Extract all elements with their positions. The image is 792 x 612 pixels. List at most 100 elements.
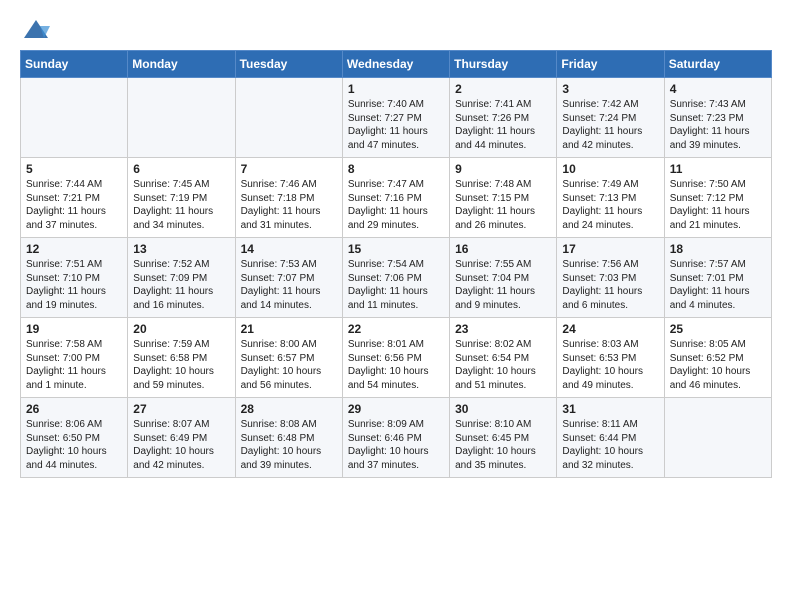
day-info: Sunrise: 7:44 AM Sunset: 7:21 PM Dayligh… [26, 178, 122, 232]
calendar-week-row: 26 Sunrise: 8:06 AM Sunset: 6:50 PM Dayli… [21, 398, 772, 478]
day-info: Sunrise: 7:56 AM Sunset: 7:03 PM Dayligh… [562, 258, 658, 312]
day-number: 14 [241, 242, 337, 256]
calendar-header-row: SundayMondayTuesdayWednesdayThursdayFrid… [21, 51, 772, 78]
calendar-cell: 24 Sunrise: 8:03 AM Sunset: 6:53 PM Dayli… [557, 318, 664, 398]
day-info: Sunrise: 7:57 AM Sunset: 7:01 PM Dayligh… [670, 258, 766, 312]
day-info: Sunrise: 7:46 AM Sunset: 7:18 PM Dayligh… [241, 178, 337, 232]
header-monday: Monday [128, 51, 235, 78]
calendar-cell: 23Sunrise: 8:02 AM Sunset: 6:54 PM Dayli… [450, 318, 557, 398]
day-info: Sunrise: 7:41 AM Sunset: 7:26 PM Dayligh… [455, 98, 551, 152]
day-number: 20 [133, 322, 229, 336]
day-number: 28 [241, 402, 337, 416]
calendar-cell: 7 Sunrise: 7:46 AM Sunset: 7:18 PM Daylig… [235, 158, 342, 238]
header-friday: Friday [557, 51, 664, 78]
calendar-cell: 21 Sunrise: 8:00 AM Sunset: 6:57 PM Dayli… [235, 318, 342, 398]
calendar-cell: 22 Sunrise: 8:01 AM Sunset: 6:56 PM Dayli… [342, 318, 449, 398]
day-info: Sunrise: 8:06 AM Sunset: 6:50 PM Dayligh… [26, 418, 122, 472]
day-number: 13 [133, 242, 229, 256]
day-info: Sunrise: 8:07 AM Sunset: 6:49 PM Dayligh… [133, 418, 229, 472]
calendar-cell: 20 Sunrise: 7:59 AM Sunset: 6:58 PM Dayli… [128, 318, 235, 398]
calendar-cell: 6Sunrise: 7:45 AM Sunset: 7:19 PM Daylig… [128, 158, 235, 238]
calendar-cell [664, 398, 771, 478]
calendar-cell: 5Sunrise: 7:44 AM Sunset: 7:21 PM Daylig… [21, 158, 128, 238]
calendar-cell: 17 Sunrise: 7:56 AM Sunset: 7:03 PM Dayli… [557, 238, 664, 318]
day-number: 19 [26, 322, 122, 336]
calendar-cell: 9 Sunrise: 7:48 AM Sunset: 7:15 PM Daylig… [450, 158, 557, 238]
day-info: Sunrise: 8:11 AM Sunset: 6:44 PM Dayligh… [562, 418, 658, 472]
calendar-cell [128, 78, 235, 158]
calendar-week-row: 1Sunrise: 7:40 AM Sunset: 7:27 PM Daylig… [21, 78, 772, 158]
day-number: 18 [670, 242, 766, 256]
day-info: Sunrise: 8:08 AM Sunset: 6:48 PM Dayligh… [241, 418, 337, 472]
day-info: Sunrise: 8:03 AM Sunset: 6:53 PM Dayligh… [562, 338, 658, 392]
day-info: Sunrise: 8:00 AM Sunset: 6:57 PM Dayligh… [241, 338, 337, 392]
day-info: Sunrise: 8:02 AM Sunset: 6:54 PM Dayligh… [455, 338, 551, 392]
day-info: Sunrise: 8:01 AM Sunset: 6:56 PM Dayligh… [348, 338, 444, 392]
header-wednesday: Wednesday [342, 51, 449, 78]
calendar-cell: 10Sunrise: 7:49 AM Sunset: 7:13 PM Dayli… [557, 158, 664, 238]
calendar-cell: 2 Sunrise: 7:41 AM Sunset: 7:26 PM Daylig… [450, 78, 557, 158]
day-number: 16 [455, 242, 551, 256]
day-info: Sunrise: 7:52 AM Sunset: 7:09 PM Dayligh… [133, 258, 229, 312]
header-thursday: Thursday [450, 51, 557, 78]
day-number: 30 [455, 402, 551, 416]
day-info: Sunrise: 7:54 AM Sunset: 7:06 PM Dayligh… [348, 258, 444, 312]
day-info: Sunrise: 7:50 AM Sunset: 7:12 PM Dayligh… [670, 178, 766, 232]
day-info: Sunrise: 7:59 AM Sunset: 6:58 PM Dayligh… [133, 338, 229, 392]
day-info: Sunrise: 7:42 AM Sunset: 7:24 PM Dayligh… [562, 98, 658, 152]
day-info: Sunrise: 7:40 AM Sunset: 7:27 PM Dayligh… [348, 98, 444, 152]
calendar-week-row: 5Sunrise: 7:44 AM Sunset: 7:21 PM Daylig… [21, 158, 772, 238]
day-info: Sunrise: 7:48 AM Sunset: 7:15 PM Dayligh… [455, 178, 551, 232]
page: SundayMondayTuesdayWednesdayThursdayFrid… [0, 0, 792, 612]
calendar-cell: 3 Sunrise: 7:42 AM Sunset: 7:24 PM Daylig… [557, 78, 664, 158]
day-number: 24 [562, 322, 658, 336]
calendar-cell: 4 Sunrise: 7:43 AM Sunset: 7:23 PM Daylig… [664, 78, 771, 158]
calendar-week-row: 12 Sunrise: 7:51 AM Sunset: 7:10 PM Dayli… [21, 238, 772, 318]
day-number: 29 [348, 402, 444, 416]
day-number: 26 [26, 402, 122, 416]
day-number: 6 [133, 162, 229, 176]
day-info: Sunrise: 7:53 AM Sunset: 7:07 PM Dayligh… [241, 258, 337, 312]
day-number: 9 [455, 162, 551, 176]
day-number: 4 [670, 82, 766, 96]
calendar-cell: 11Sunrise: 7:50 AM Sunset: 7:12 PM Dayli… [664, 158, 771, 238]
calendar-cell: 25Sunrise: 8:05 AM Sunset: 6:52 PM Dayli… [664, 318, 771, 398]
day-number: 17 [562, 242, 658, 256]
calendar-cell: 14 Sunrise: 7:53 AM Sunset: 7:07 PM Dayli… [235, 238, 342, 318]
calendar-cell: 16 Sunrise: 7:55 AM Sunset: 7:04 PM Dayli… [450, 238, 557, 318]
calendar-cell: 13 Sunrise: 7:52 AM Sunset: 7:09 PM Dayli… [128, 238, 235, 318]
calendar-cell: 30Sunrise: 8:10 AM Sunset: 6:45 PM Dayli… [450, 398, 557, 478]
calendar-cell: 18 Sunrise: 7:57 AM Sunset: 7:01 PM Dayli… [664, 238, 771, 318]
logo [20, 16, 50, 40]
day-info: Sunrise: 7:55 AM Sunset: 7:04 PM Dayligh… [455, 258, 551, 312]
day-number: 21 [241, 322, 337, 336]
calendar-cell: 1Sunrise: 7:40 AM Sunset: 7:27 PM Daylig… [342, 78, 449, 158]
day-number: 31 [562, 402, 658, 416]
day-info: Sunrise: 8:09 AM Sunset: 6:46 PM Dayligh… [348, 418, 444, 472]
calendar-cell: 12 Sunrise: 7:51 AM Sunset: 7:10 PM Dayli… [21, 238, 128, 318]
calendar-cell [21, 78, 128, 158]
day-number: 3 [562, 82, 658, 96]
header-sunday: Sunday [21, 51, 128, 78]
header-saturday: Saturday [664, 51, 771, 78]
day-number: 2 [455, 82, 551, 96]
logo-icon [22, 16, 50, 44]
day-number: 15 [348, 242, 444, 256]
day-info: Sunrise: 7:43 AM Sunset: 7:23 PM Dayligh… [670, 98, 766, 152]
day-number: 22 [348, 322, 444, 336]
day-number: 10 [562, 162, 658, 176]
calendar-cell: 27Sunrise: 8:07 AM Sunset: 6:49 PM Dayli… [128, 398, 235, 478]
header [20, 16, 772, 40]
calendar-cell: 15 Sunrise: 7:54 AM Sunset: 7:06 PM Dayli… [342, 238, 449, 318]
calendar-cell: 29 Sunrise: 8:09 AM Sunset: 6:46 PM Dayli… [342, 398, 449, 478]
calendar-cell: 28 Sunrise: 8:08 AM Sunset: 6:48 PM Dayli… [235, 398, 342, 478]
calendar-week-row: 19Sunrise: 7:58 AM Sunset: 7:00 PM Dayli… [21, 318, 772, 398]
header-tuesday: Tuesday [235, 51, 342, 78]
day-info: Sunrise: 8:05 AM Sunset: 6:52 PM Dayligh… [670, 338, 766, 392]
day-info: Sunrise: 7:47 AM Sunset: 7:16 PM Dayligh… [348, 178, 444, 232]
day-number: 12 [26, 242, 122, 256]
day-number: 7 [241, 162, 337, 176]
calendar-cell: 19Sunrise: 7:58 AM Sunset: 7:00 PM Dayli… [21, 318, 128, 398]
day-info: Sunrise: 7:51 AM Sunset: 7:10 PM Dayligh… [26, 258, 122, 312]
calendar-cell [235, 78, 342, 158]
